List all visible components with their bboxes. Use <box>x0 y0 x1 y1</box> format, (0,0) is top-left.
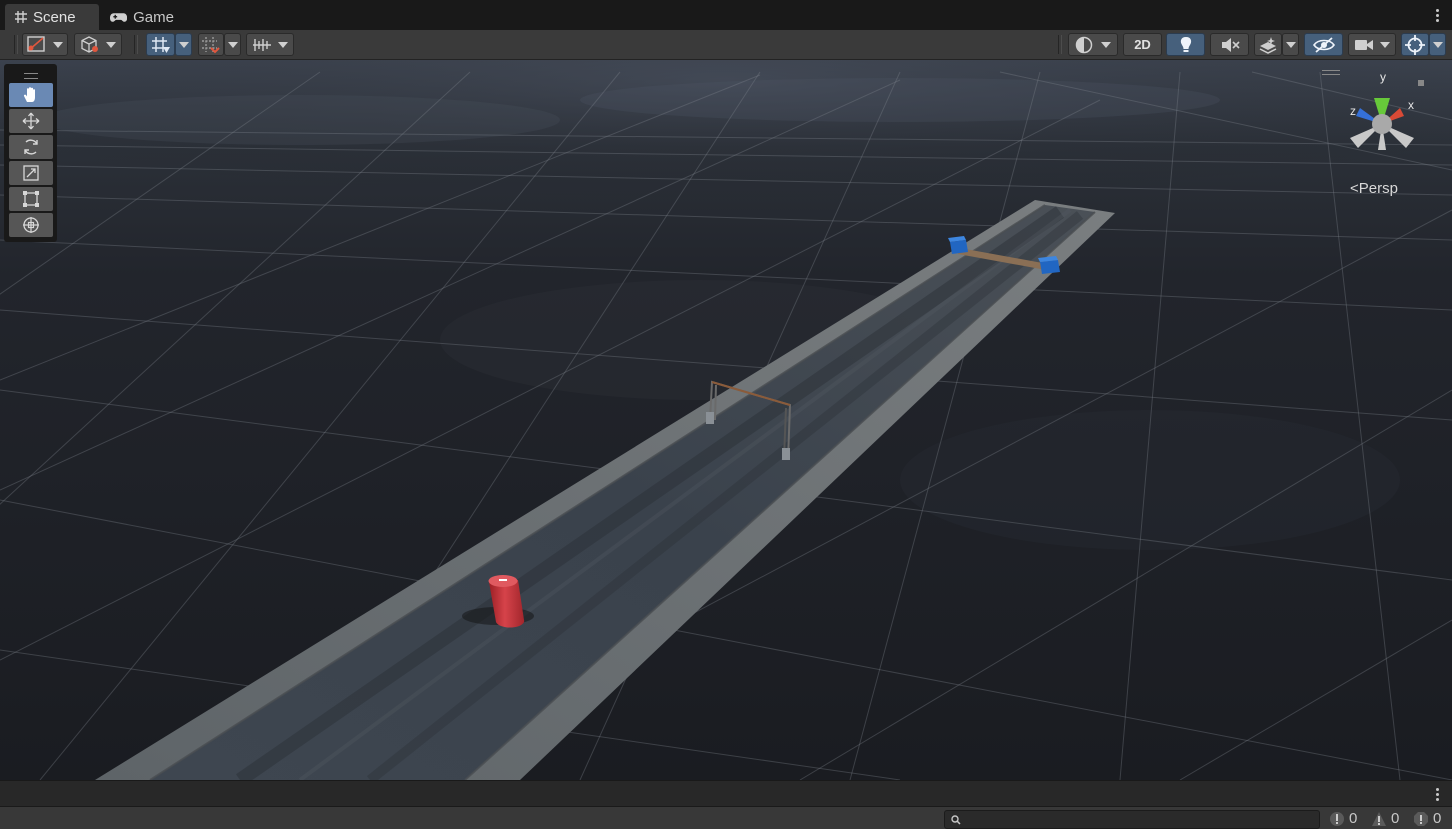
chevron-down-icon <box>53 41 63 48</box>
console-menu-button[interactable] <box>1436 788 1440 801</box>
rotate-icon <box>24 139 38 155</box>
chevron-left-icon: < <box>1350 180 1359 197</box>
rotate-tool-button[interactable] <box>9 135 53 159</box>
scene-lighting-button[interactable] <box>1166 33 1205 56</box>
draw-mode-icon <box>27 35 45 52</box>
scale-icon <box>23 165 39 181</box>
search-icon <box>951 815 961 825</box>
error-count-toggle[interactable]: 0 <box>1409 808 1445 829</box>
chevron-down-icon <box>1380 41 1390 48</box>
chevron-down-icon <box>278 41 288 48</box>
cube-icon <box>81 35 98 53</box>
2d-mode-label: 2D <box>1134 37 1151 52</box>
camera-icon <box>1355 39 1373 50</box>
incremental-snap-button[interactable] <box>198 33 224 56</box>
gizmo-crosshair-icon <box>1405 34 1425 55</box>
scale-tool-button[interactable] <box>9 161 53 185</box>
gizmo-drag-handle[interactable] <box>1322 70 1340 75</box>
palette-drag-handle[interactable] <box>24 73 38 79</box>
chevron-down-icon <box>227 41 238 48</box>
effects-dropdown[interactable] <box>1282 33 1299 56</box>
tool-palette <box>4 64 57 242</box>
log-count-toggle[interactable]: 0 <box>1325 808 1361 829</box>
hand-tool-button[interactable] <box>9 83 53 107</box>
scene-render <box>0 60 1452 780</box>
error-count: 0 <box>1433 810 1442 827</box>
grid-visibility-dropdown[interactable] <box>175 33 192 56</box>
scene-tab-bar: Scene Game <box>0 0 1452 31</box>
snap-grid-icon <box>202 36 220 53</box>
move-icon <box>22 112 40 130</box>
hidden-objects-toggle[interactable] <box>1304 33 1343 56</box>
warning-count: 0 <box>1391 810 1400 827</box>
mute-icon <box>1221 37 1240 52</box>
scene-viewport[interactable]: y z x <box>0 60 1452 780</box>
grid-snap-icon <box>151 36 170 53</box>
chevron-down-icon <box>106 41 116 48</box>
move-tool-button[interactable] <box>9 109 53 133</box>
console-header-bar <box>0 780 1452 807</box>
console-toolbar: 0 0 0 <box>0 806 1452 829</box>
gizmos-button[interactable] <box>1401 33 1429 56</box>
shading-mode-dropdown[interactable] <box>1068 33 1118 56</box>
error-icon <box>1414 811 1428 826</box>
tab-menu-button[interactable] <box>1436 9 1440 22</box>
warning-icon <box>1372 811 1386 826</box>
gizmos-dropdown[interactable] <box>1429 33 1446 56</box>
hand-icon <box>23 87 35 102</box>
gizmo-z-label: z <box>1350 104 1356 118</box>
tab-scene[interactable]: Scene <box>5 4 99 30</box>
console-search-input[interactable] <box>944 810 1320 829</box>
gizmo-x-label: x <box>1408 98 1414 112</box>
toolbar-divider <box>14 35 18 54</box>
chevron-down-icon <box>1101 41 1111 48</box>
camera-settings-dropdown[interactable] <box>1348 33 1396 56</box>
toolbar-divider <box>134 35 138 54</box>
transform-icon <box>23 217 39 233</box>
transform-tool-button[interactable] <box>9 213 53 237</box>
ruler-dropdown[interactable] <box>246 33 294 56</box>
rect-tool-button[interactable] <box>9 187 53 211</box>
gamepad-icon <box>110 12 128 22</box>
tab-game-label: Game <box>133 8 174 26</box>
effects-button[interactable] <box>1254 33 1282 56</box>
rect-transform-icon <box>23 191 39 207</box>
info-icon <box>1330 811 1344 826</box>
gizmo-y-label: y <box>1380 70 1386 84</box>
log-count: 0 <box>1349 810 1358 827</box>
eye-hidden-icon <box>1312 36 1335 53</box>
grid-icon <box>15 11 27 23</box>
warning-count-toggle[interactable]: 0 <box>1367 808 1403 829</box>
toolbar-divider <box>1058 35 1062 54</box>
chevron-down-icon <box>1285 41 1296 48</box>
chevron-down-icon <box>1432 41 1443 48</box>
sphere-icon <box>1075 36 1093 53</box>
render-mode-dropdown[interactable] <box>74 33 122 56</box>
lightbulb-icon <box>1180 36 1191 52</box>
tab-game[interactable]: Game <box>100 4 184 30</box>
layers-effects-icon <box>1259 36 1277 54</box>
grid-visibility-button[interactable] <box>146 33 175 56</box>
projection-toggle[interactable]: <Persp <box>1350 180 1398 197</box>
2d-mode-button[interactable]: 2D <box>1123 33 1162 56</box>
ruler-icon <box>253 38 271 51</box>
audio-toggle-button[interactable] <box>1210 33 1249 56</box>
scene-toolbar: 2D <box>0 30 1452 60</box>
projection-label: Persp <box>1358 180 1398 197</box>
chevron-down-icon <box>178 41 189 48</box>
draw-mode-dropdown[interactable] <box>22 33 68 56</box>
tab-scene-label: Scene <box>33 8 76 26</box>
incremental-snap-dropdown[interactable] <box>224 33 241 56</box>
